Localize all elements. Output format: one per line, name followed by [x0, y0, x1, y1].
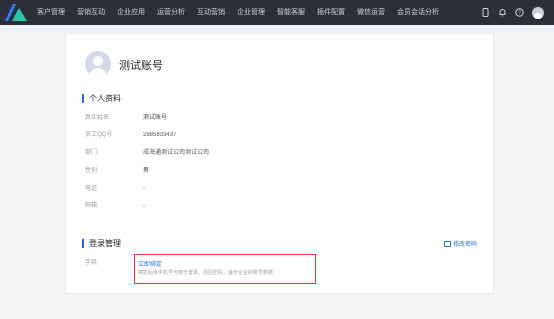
nav-item-plugin-config[interactable]: 插件配置: [317, 0, 345, 25]
field-label: 电话: [85, 186, 98, 192]
field-label: 真实姓名: [85, 115, 110, 121]
nav-item-wechat-ops[interactable]: 微信运营: [357, 0, 385, 25]
field-value: -: [143, 203, 145, 209]
login-management-title: 登录管理: [82, 239, 121, 248]
change-password-link[interactable]: 修改密码: [444, 239, 477, 248]
personal-info-title: 个人资料: [82, 94, 121, 103]
svg-text:?: ?: [518, 10, 521, 16]
avatar: [85, 51, 111, 77]
field-label: 性别: [85, 168, 98, 174]
field-value: 成海通测试公司测试公司: [143, 150, 210, 156]
nav-item-marketing-interaction[interactable]: 营销互动: [77, 0, 105, 25]
phone-icon[interactable]: [481, 8, 490, 17]
help-icon[interactable]: ?: [515, 8, 524, 17]
nav-item-customers[interactable]: 客户管理: [37, 0, 65, 25]
field-label: 手机: [85, 260, 98, 266]
nav-item-enterprise-management[interactable]: 企业管理: [237, 0, 265, 25]
nav-item-session-analysis[interactable]: 会员会话分析: [397, 0, 439, 25]
bind-now-link[interactable]: 立即绑定: [138, 259, 162, 268]
nav-icon-group: ?: [473, 0, 544, 25]
nav-item-interactive-marketing[interactable]: 互动营销: [197, 0, 225, 25]
nav-item-operations-analysis[interactable]: 运营分析: [157, 0, 185, 25]
top-navbar: 客户管理 营销互动 企业应用 运营分析 互动营销 企业管理 智能客服 插件配置 …: [0, 0, 554, 25]
field-label: 员工QQ号: [85, 132, 113, 138]
main-nav: 客户管理 营销互动 企业应用 运营分析 互动营销 企业管理 智能客服 插件配置 …: [37, 0, 451, 25]
field-value: 2885833437: [143, 132, 177, 138]
change-password-label: 修改密码: [453, 242, 478, 248]
field-label: 部门: [85, 150, 98, 156]
user-avatar-icon[interactable]: [532, 6, 544, 19]
field-label: 邮箱: [85, 203, 98, 209]
nav-item-enterprise-apps[interactable]: 企业应用: [117, 0, 145, 25]
bind-hint-text: 绑定后该手机号可用于登录、找回密码，备份企业的账号数据: [138, 270, 274, 276]
field-value: 测试账号: [143, 115, 168, 121]
bell-icon[interactable]: [498, 8, 507, 17]
field-value: -: [143, 186, 145, 192]
app-logo-icon[interactable]: [5, 4, 27, 21]
user-name: 测试账号: [119, 60, 163, 72]
profile-card: 测试账号 个人资料 真实姓名 测试账号 员工QQ号 2885833437 部门 …: [65, 33, 494, 294]
nav-item-smart-service[interactable]: 智能客服: [277, 0, 305, 25]
lock-icon: [444, 241, 451, 247]
field-value: 男: [143, 168, 150, 174]
